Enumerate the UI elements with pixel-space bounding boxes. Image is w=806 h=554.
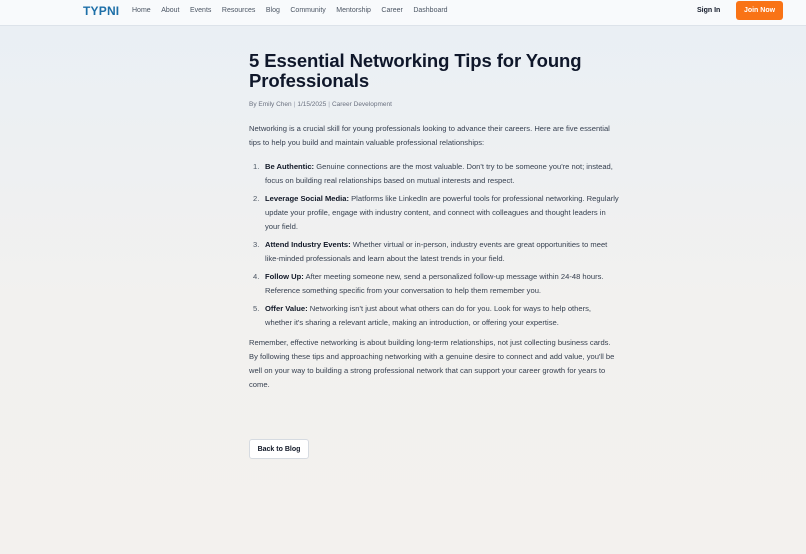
list-item: 2. Leverage Social Media: Platforms like … (249, 192, 619, 234)
list-item: 3. Attend Industry Events: Whether virtua… (249, 238, 619, 266)
join-now-button[interactable]: Join Now (736, 1, 783, 20)
nav-link-mentorship[interactable]: Mentorship (336, 0, 371, 22)
tips-list: 1. Be Authentic: Genuine connections are … (249, 160, 619, 330)
article-meta: By Emily Chen | 1/15/2025 | Career Developme… (249, 100, 619, 109)
list-item-number: 4. (253, 272, 260, 281)
top-navigation-bar: TYPNI Home About Events Resources Blog C… (0, 0, 806, 26)
list-item-number: 1. (253, 162, 260, 171)
nav-link-career[interactable]: Career (381, 0, 402, 22)
sign-in-link[interactable]: Sign In (697, 0, 720, 22)
tip-heading: Leverage Social Media: (265, 194, 349, 203)
nav-link-dashboard[interactable]: Dashboard (413, 0, 447, 22)
article-title: 5 Essential Networking Tips for Young Pr… (249, 50, 582, 91)
tip-text: Genuine connections are the most valuabl… (265, 162, 613, 185)
article-category: Career Development (331, 101, 392, 108)
tip-heading: Follow Up: (265, 272, 304, 281)
nav-link-community[interactable]: Community (290, 0, 325, 22)
meta-divider: | (328, 101, 330, 108)
list-item: 4. Follow Up: After meeting someone new, … (249, 270, 619, 298)
back-to-blog-button[interactable]: Back to Blog (249, 439, 309, 459)
tip-text: After meeting someone new, send a person… (265, 272, 604, 295)
nav-link-events[interactable]: Events (190, 0, 211, 22)
article-author: By Emily Chen (249, 101, 292, 108)
list-item-number: 3. (253, 240, 260, 249)
nav-link-about[interactable]: About (161, 0, 179, 22)
nav-link-blog[interactable]: Blog (266, 0, 280, 22)
tip-heading: Be Authentic: (265, 162, 315, 171)
list-item-number: 5. (253, 304, 260, 313)
tip-heading: Offer Value: (265, 304, 308, 313)
article-date: 1/15/2025 (297, 101, 327, 108)
blog-article: 5 Essential Networking Tips for Young Pr… (249, 51, 619, 392)
list-item: 5. Offer Value: Networking isn't just abo… (249, 302, 619, 330)
tip-heading: Attend Industry Events: (265, 240, 351, 249)
list-item: 1. Be Authentic: Genuine connections are … (249, 160, 619, 188)
article-intro: Networking is a crucial skill for young … (249, 124, 610, 147)
list-item-number: 2. (253, 194, 260, 203)
nav-link-home[interactable]: Home (132, 0, 151, 22)
site-logo[interactable]: TYPNI (83, 4, 119, 18)
tip-text: Networking isn't just about what others … (265, 304, 592, 327)
nav-link-resources[interactable]: Resources (222, 0, 255, 22)
meta-divider: | (293, 101, 296, 108)
article-conclusion: Remember, effective networking is about … (249, 338, 615, 389)
main-nav: Home About Events Resources Blog Communi… (132, 0, 458, 22)
